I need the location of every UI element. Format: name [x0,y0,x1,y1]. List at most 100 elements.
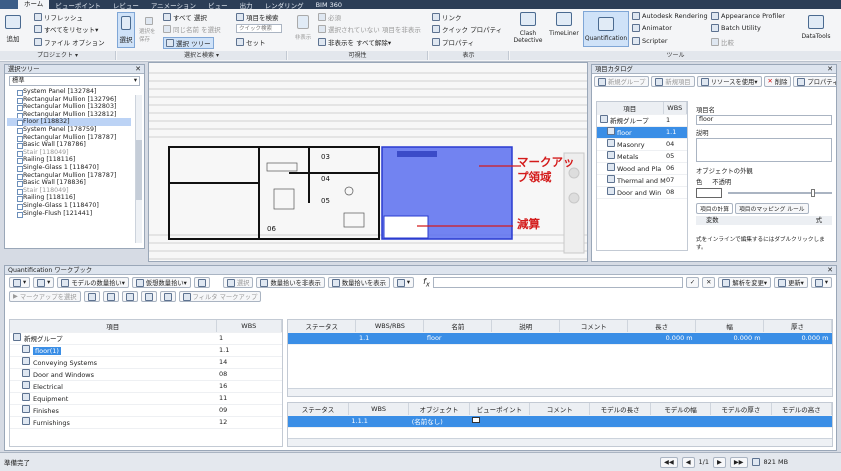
tree-item[interactable]: System Panel [132784] [7,88,131,96]
animator-button[interactable]: Animator [632,24,672,32]
tree-item[interactable]: Railing [118116] [7,156,131,164]
item-desc-field[interactable] [696,138,832,162]
links-button[interactable]: リンク [432,12,462,22]
tree-item[interactable]: Basic Wall [178786] [7,141,131,149]
takeoff-row[interactable]: 1.1 floor 0.000 m 0.000 m 0.000 m [288,332,832,345]
layout-button[interactable]: ▾ [33,277,55,288]
column-header[interactable]: モデルの高さ [771,403,832,416]
add-button[interactable]: 追加 [3,15,23,43]
tree-item[interactable]: Rectangular Mullion [132796] [7,96,131,104]
column-header[interactable]: コメント [559,320,629,333]
workbook-item-row[interactable]: Furnishings 12 [10,416,282,429]
takeoff-hscrollbar[interactable] [288,388,832,396]
property-button[interactable]: プロパティ [793,76,836,87]
filter-markup-button[interactable]: フィルタ マークアップ [178,291,262,302]
export-button[interactable]: ▾ [392,277,415,288]
catalog-row[interactable]: Masonry 04 [597,138,687,151]
select-all-button[interactable]: すべて 選択 [163,12,207,22]
tree-item[interactable]: Railing [118116] [7,194,131,202]
markup-tool-5[interactable] [159,291,176,302]
column-header[interactable]: オブジェクト [408,403,470,416]
workbook-item-row[interactable]: 新規グループ 1 [10,332,282,345]
takeoff-name[interactable]: floor [423,332,492,345]
cancel-icon[interactable]: ✕ [702,277,716,288]
tree-item[interactable]: Rectangular Mullion [132812] [7,111,131,119]
sync-button[interactable] [193,277,210,288]
confirm-icon[interactable]: ✓ [685,277,700,288]
new-group-button[interactable]: 新規グループ [594,76,650,87]
tab-item-mapping[interactable]: 項目のマッピング ルール [735,203,809,214]
close-icon[interactable]: ✕ [135,65,141,74]
column-header[interactable]: WBS [348,403,410,416]
tree-scrollbar[interactable] [135,95,142,243]
quantification-button[interactable]: Quantification [583,11,629,47]
reset-all-button[interactable]: すべてをリセット▾ [34,24,98,34]
item-name-field[interactable]: floor [696,115,832,125]
hide-unselected-button[interactable]: 選択されていない 項目を非表示 [318,24,421,34]
refresh-button[interactable]: リフレッシュ [34,12,83,22]
workbook-item-row[interactable]: Conveying Systems 14 [10,356,282,369]
column-header[interactable]: ビューポイント [469,403,531,416]
quick-properties-button[interactable]: クイック プロパティ [432,24,502,34]
column-header[interactable]: 説明 [491,320,561,333]
object-hscrollbar[interactable] [288,438,832,446]
column-header[interactable]: WBS/RBS [355,320,425,333]
change-analysis-button[interactable]: 解析を変更▾ [718,277,772,288]
properties-button[interactable]: プロパティ [432,37,474,47]
tree-item[interactable]: Rectangular Mullion [178787] [7,134,131,142]
tree-item[interactable]: Single-Glass 1 [118470] [7,202,131,210]
prev-page-button[interactable]: ◀ [681,456,695,468]
tree-item[interactable]: Stair [118049] [7,187,131,195]
sets-button[interactable]: セット [236,37,266,47]
color-swatch[interactable] [696,188,722,198]
markup-tool-3[interactable] [121,291,138,302]
hide-takeoff-button[interactable]: 数量拾いを非表示 [256,277,325,288]
opacity-slider[interactable] [728,189,832,197]
model-viewport[interactable]: 03 04 05 06 マークアップ領域 減算 [148,62,588,262]
select-tree-button[interactable]: 選択 ツリー [163,37,214,49]
column-header[interactable]: ステータス [288,320,357,333]
workbook-item-row[interactable]: Electrical 16 [10,380,282,393]
quick-find-input[interactable] [236,24,282,33]
save-select-button[interactable]: 選択を保存 [139,17,159,43]
scripter-button[interactable]: Scripter [632,37,668,45]
app-icon[interactable] [0,0,18,9]
file-options-button[interactable]: ファイル オプション [34,37,105,47]
datatools-button[interactable]: DataTools [796,15,836,40]
tree-item[interactable]: Rectangular Mullion [132803] [7,103,131,111]
batch-utility-button[interactable]: Batch Utility [711,24,761,32]
catalog-row[interactable]: Wood and Pla 06 [597,162,687,175]
markup-tool-2[interactable] [102,291,119,302]
performance-icon[interactable] [751,458,760,466]
workbook-item-row[interactable]: Finishes 09 [10,404,282,417]
group-project[interactable]: プロジェクト ▾ [0,51,116,60]
model-takeoff-button[interactable]: モデルの数量拾い▾ [57,277,129,288]
timeliner-button[interactable]: TimeLiner [547,12,581,37]
tab-home[interactable]: ホーム [18,0,50,9]
catalog-row[interactable]: Door and Win 08 [597,186,687,199]
tree-item[interactable]: Stair [118049] [7,149,131,157]
catalog-row[interactable]: Metals 05 [597,150,687,163]
next-page-button[interactable]: ▶ [713,456,726,468]
column-header[interactable]: モデルの長さ [589,403,651,416]
deduct-area[interactable] [383,215,429,239]
catalog-row[interactable]: Thermal and M 07 [597,174,687,187]
tree-item[interactable]: System Panel [178759] [7,126,131,134]
delete-button[interactable]: ✕ 削除 [763,76,792,87]
group-select[interactable]: 選択と検索 ▾ [117,51,287,60]
select-same-button[interactable]: 同じ名前 を選択 [163,24,221,34]
close-icon[interactable]: ✕ [827,65,833,74]
view-mode-button[interactable]: ▾ [9,277,31,288]
show-takeoff-button[interactable]: 数量拾いを表示 [327,277,390,288]
column-header[interactable]: コメント [529,403,591,416]
column-header[interactable]: 長さ [627,320,697,333]
catalog-row[interactable]: floor 1.1 [597,126,687,139]
formula-input[interactable] [432,277,683,288]
select-button-wb[interactable]: 選択 [222,277,254,288]
column-header[interactable]: 名前 [423,320,493,333]
use-resource-button[interactable]: リソースを使用▾ [696,76,762,87]
tab-item-calc[interactable]: 項目の計算 [696,203,733,214]
export-excel-button[interactable]: ▾ [810,277,832,288]
tree-mode-select[interactable]: 標準 ▾ [9,76,140,86]
tree-item[interactable]: Single-Flush [121441] [7,210,131,218]
